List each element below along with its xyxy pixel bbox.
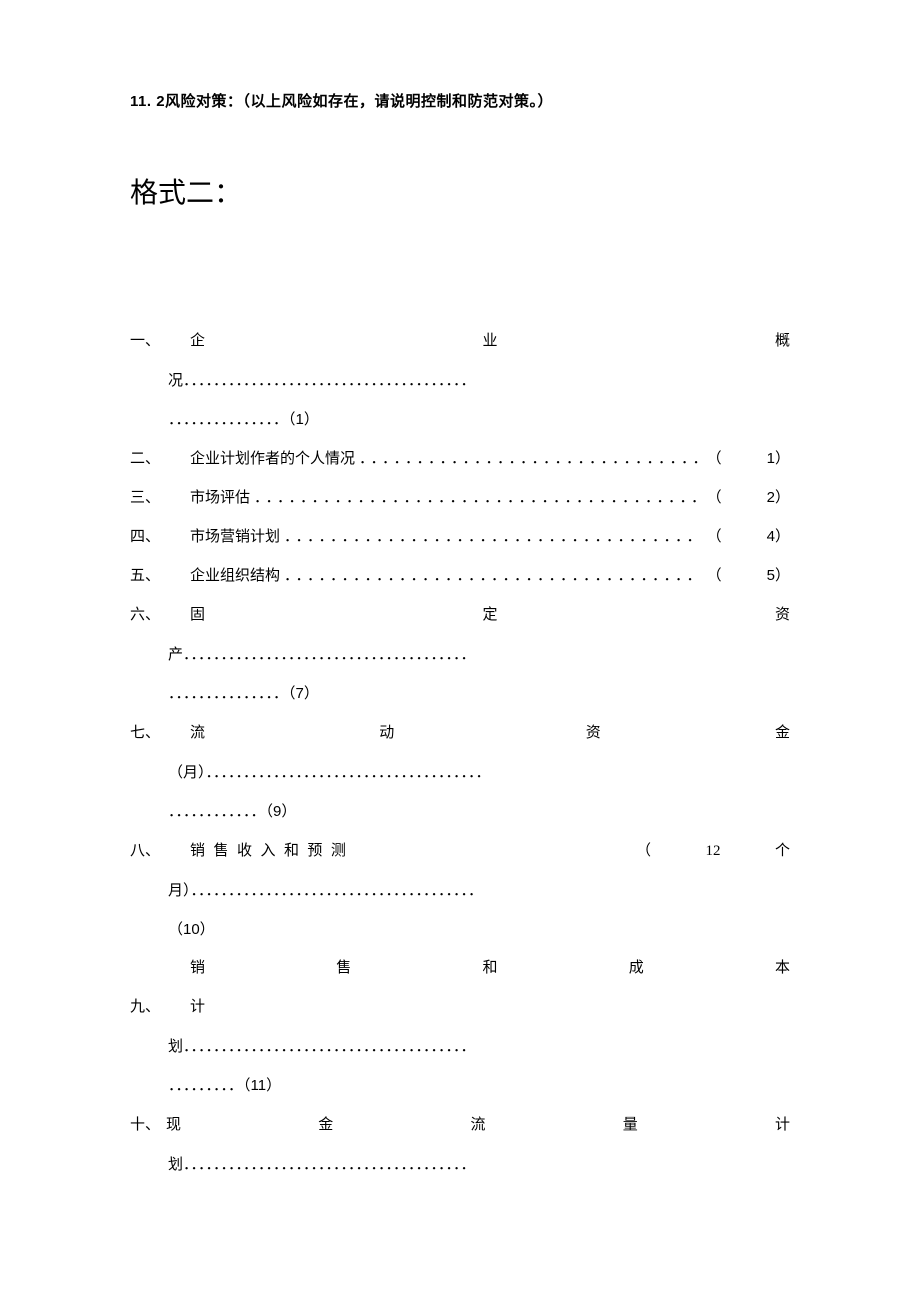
toc-item-7: 七、流 动 资 金 [130, 713, 790, 753]
toc-dots: ．．．．．．．．．．．．．．．．．．．．．．．．．．．．．．．．．．．．．．．．… [280, 517, 699, 556]
toc-item-8: 八、销 售 收 入 和 预 测 （ 12 个 [130, 831, 790, 871]
toc-item-4: 四、 市场营销计划 ．．．．．．．．．．．．．．．．．．．．．．．．．．．．．．… [130, 517, 790, 556]
toc-text: 流 动 资 金 [190, 714, 790, 753]
toc-text: 现 金 流 量 计 [166, 1106, 790, 1145]
toc-item-5: 五、 企业组织结构 ．．．．．．．．．．．．．．．．．．．．．．．．．．．．．．… [130, 556, 790, 595]
toc-num: 二、 [130, 439, 190, 478]
toc-item-9-page: ．．．．．．．．．（11） [130, 1066, 790, 1105]
toc-num: 六、 [130, 595, 190, 634]
toc-text: 固 定 资 [190, 596, 790, 635]
toc-page: （ 2） [699, 478, 790, 517]
format-two-heading: 格式二： [130, 171, 790, 211]
toc-item-2: 二、 企业计划作者的个人情况 ．．．．．．．．．．．．．．．．．．．．．．．．．… [130, 439, 790, 478]
toc-num: 三、 [130, 478, 190, 517]
toc-page: （ 1） [699, 439, 790, 478]
toc-label: 市场评估 [190, 478, 250, 517]
toc-num: 四、 [130, 517, 190, 556]
toc-text: 销 售 和 成 本 计 [190, 949, 790, 1027]
toc-item-9: 九、销 售 和 成 本 计 [130, 949, 790, 1027]
toc-item-8-page: （10） [130, 910, 790, 949]
toc-num: 五、 [130, 556, 190, 595]
toc-num: 七、 [130, 713, 190, 752]
toc-item-10-cont: 划．．．．．．．．．．．．．．．．．．．．．．．．．．．．．．．．．．．．．． [130, 1145, 790, 1184]
toc-item-6-cont: 产．．．．．．．．．．．．．．．．．．．．．．．．．．．．．．．．．．．．．． [130, 635, 790, 674]
toc-item-1: 一、企 业 概 [130, 321, 790, 361]
toc-dots: ．．．．．．．．．．．．．．．．．．．．．．．．．．．．．．．．．．．．．． [355, 439, 699, 478]
toc-text: 销 售 收 入 和 预 测 （ 12 个 [190, 832, 790, 871]
toc-dots: ．．．．．．．．．．．．．．．．．．．．．．．．．．．．．．．．．．．．．．．．… [250, 478, 699, 517]
toc-num: 九、 [130, 987, 190, 1026]
toc-item-7-page: ．．．．．．．．．．．．（9） [130, 792, 790, 831]
toc-num: 一、 [130, 321, 190, 360]
toc-item-3: 三、 市场评估 ．．．．．．．．．．．．．．．．．．．．．．．．．．．．．．．．… [130, 478, 790, 517]
section-11-2: 11. 2风险对策：（以上风险如存在，请说明控制和防范对策。） [130, 90, 790, 111]
toc-text: 企 业 概 [190, 322, 790, 361]
toc-item-7-cont: （月）．．．．．．．．．．．．．．．．．．．．．．．．．．．．．．．．．．．．． [130, 753, 790, 792]
toc-label: 企业计划作者的个人情况 [190, 439, 355, 478]
toc-page: （ 5） [699, 556, 790, 595]
toc-num: 十、 [130, 1105, 166, 1144]
toc-label: 市场营销计划 [190, 517, 280, 556]
toc-num: 八、 [130, 831, 190, 870]
toc-item-9-cont: 划．．．．．．．．．．．．．．．．．．．．．．．．．．．．．．．．．．．．．． [130, 1027, 790, 1066]
toc-dots: ．．．．．．．．．．．．．．．．．．．．．．．．．．．．．．．．．．．．．．．．… [280, 556, 699, 595]
toc-item-6-page: ．．．．．．．．．．．．．．．（7） [130, 674, 790, 713]
toc-label: 企业组织结构 [190, 556, 280, 595]
toc-item-1-cont: 况．．．．．．．．．．．．．．．．．．．．．．．．．．．．．．．．．．．．．． [130, 361, 790, 400]
toc-item-1-page: ．．．．．．．．．．．．．．．（1） [130, 400, 790, 439]
toc-item-8-cont: 月）．．．．．．．．．．．．．．．．．．．．．．．．．．．．．．．．．．．．．． [130, 871, 790, 910]
toc-item-6: 六、固 定 资 [130, 595, 790, 635]
toc-page: （ 4） [699, 517, 790, 556]
toc-item-10: 十、现 金 流 量 计 [130, 1105, 790, 1145]
